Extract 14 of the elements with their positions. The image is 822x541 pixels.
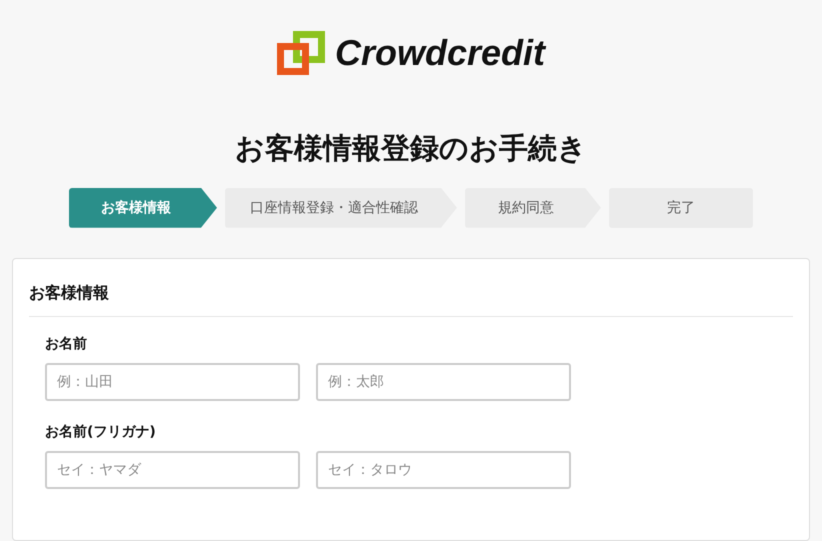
section-title: お客様情報 bbox=[29, 282, 793, 317]
logo-icon bbox=[276, 31, 325, 75]
input-field[interactable]: セイ：タロウ bbox=[316, 450, 571, 489]
field-label: お名前(フリガナ) bbox=[45, 422, 157, 441]
logo-text: Crowdcredit bbox=[334, 32, 546, 74]
progress-step: 口座情報登録・適合性確認 bbox=[225, 188, 457, 228]
input-field[interactable]: セイ：ヤマダ bbox=[45, 450, 300, 489]
progress-step: 完了 bbox=[609, 188, 753, 228]
progress-step: お客様情報 bbox=[69, 188, 217, 228]
input-field[interactable]: 例：太郎 bbox=[316, 362, 571, 401]
progress-step: 規約同意 bbox=[465, 188, 601, 228]
field-label: お名前 bbox=[45, 334, 88, 353]
page-title: お客様情報登録のお手続き bbox=[235, 131, 587, 166]
input-field[interactable]: 例：山田 bbox=[45, 362, 300, 401]
